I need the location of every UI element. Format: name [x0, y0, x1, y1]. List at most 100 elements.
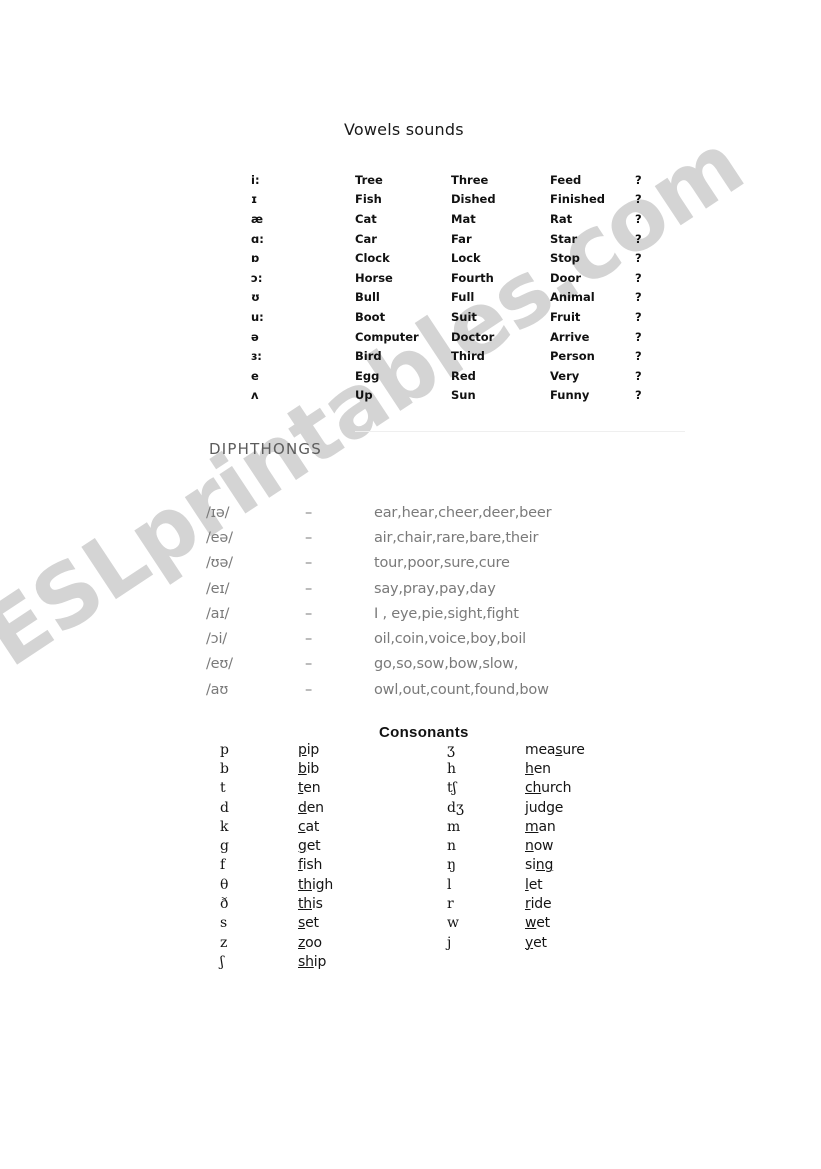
consonant-word-cell: zoo — [298, 933, 333, 952]
consonants-table-right: ʒ measure h hen tʃ church dʒ judge m man n now ŋ sing… — [447, 740, 585, 952]
vowel-word1-cell: Boot — [355, 309, 386, 324]
vowel-symbol-cell: ə — [251, 329, 259, 344]
consonant-symbol-cell: j — [447, 934, 452, 951]
diphthong-symbol-cell: /ɔi/ — [206, 631, 227, 648]
vowel-word1-cell: Car — [355, 231, 377, 246]
consonant-symbol-cell: ð — [220, 896, 229, 913]
table-row: /ɔi/ – oil,coin,voice,boy,boil — [206, 626, 674, 651]
consonant-symbol-cell: dʒ — [447, 799, 464, 816]
consonant-symbol-cell: tʃ — [447, 780, 457, 797]
word-highlight: m — [525, 818, 539, 835]
diphthong-dash-cell: – — [305, 656, 313, 673]
diphthong-symbol-cell: /eʊ/ — [206, 656, 233, 673]
consonants-left-body: p pip b bib t ten d den k cat g get f fish θ thigh ð this… — [220, 740, 333, 972]
table-row: ʒ measure — [447, 740, 585, 759]
consonant-word-cell: ship — [298, 952, 333, 971]
diphthong-examples-cell: oil,coin,voice,boy,boil — [374, 631, 526, 648]
consonant-symbol-cell: h — [447, 760, 457, 777]
vowel-word3-cell: Feed — [550, 172, 582, 187]
table-row: /ʊə/ – tour,poor,sure,cure — [206, 551, 674, 576]
word-prefix: mea — [525, 741, 556, 758]
vowel-word2-cell: Suit — [451, 309, 477, 324]
word-suffix: et — [528, 876, 543, 893]
table-row: ɜ: Bird Third Person? — [251, 346, 655, 366]
vowel-word3-cell: Stop — [550, 251, 580, 266]
vowel-word2-cell: Full — [451, 290, 475, 305]
vowel-symbol-cell: i: — [251, 172, 260, 187]
table-row: θ thigh — [220, 875, 333, 894]
word-highlight: h — [525, 760, 534, 777]
consonant-symbol-cell: k — [220, 818, 229, 835]
word-suffix: ure — [562, 741, 585, 758]
vowel-symbol-cell: ɜ: — [251, 349, 262, 364]
consonant-symbol-cell: f — [220, 857, 226, 874]
vowel-mark-cell: ? — [635, 290, 642, 305]
vowel-mark-cell: ? — [635, 349, 642, 364]
diphthong-symbol-cell: /aɪ/ — [206, 605, 230, 622]
vowel-word2-cell: Fourth — [451, 270, 494, 285]
table-row: dʒ judge — [447, 798, 585, 817]
vowel-word1-cell: Up — [355, 388, 373, 403]
diphthong-dash-cell: – — [305, 504, 313, 521]
table-row: j yet — [447, 933, 585, 952]
vowel-symbol-cell: e — [251, 368, 259, 383]
consonant-word-cell: this — [298, 894, 333, 913]
consonant-symbol-cell: d — [220, 799, 229, 816]
table-row: æ Cat Mat Rat? — [251, 209, 655, 229]
table-row: z zoo — [220, 933, 333, 952]
vowel-mark-cell: ? — [635, 329, 642, 344]
table-row: h hen — [447, 759, 585, 778]
word-suffix: at — [305, 818, 320, 835]
diphthong-symbol-cell: /ɪə/ — [206, 504, 230, 521]
consonants-heading: Consonants — [379, 724, 469, 741]
consonant-word-cell: fish — [298, 856, 333, 875]
consonant-symbol-cell: p — [220, 741, 229, 758]
vowels-table-body: i: Tree Three Feed? ɪ Fish Dished Finished? æ Cat… — [251, 170, 655, 405]
consonant-word-cell: man — [525, 817, 585, 836]
diphthong-dash-cell: – — [305, 681, 313, 698]
consonant-word-cell: judge — [525, 798, 585, 817]
word-suffix: en — [533, 760, 551, 777]
vowel-word2-cell: Dished — [451, 192, 496, 207]
vowel-word3-cell: Fruit — [550, 309, 581, 324]
consonant-symbol-cell: m — [447, 818, 461, 835]
table-row: n now — [447, 836, 585, 855]
vowel-symbol-cell: ɪ — [251, 192, 258, 207]
table-row: ʊ Bull Full Animal? — [251, 288, 655, 308]
table-row: r ride — [447, 894, 585, 913]
diphthong-dash-cell: – — [305, 555, 313, 572]
vowel-word2-cell: Third — [451, 349, 485, 364]
table-row: /ɪə/ – ear,hear,cheer,deer,beer — [206, 500, 674, 525]
vowel-mark-cell: ? — [635, 309, 642, 324]
table-row: w wet — [447, 914, 585, 933]
consonant-word-cell: let — [525, 875, 585, 894]
vowel-word1-cell: Computer — [355, 329, 419, 344]
table-row: /aʊ – owl,out,count,found,bow — [206, 677, 674, 702]
diphthongs-table: /ɪə/ – ear,hear,cheer,deer,beer/eə/ – air,ch… — [206, 500, 674, 702]
diphthong-symbol-cell: /aʊ — [206, 681, 229, 698]
consonant-word-cell: bib — [298, 759, 333, 778]
vowel-word3-cell: Finished — [550, 192, 605, 207]
vowel-word2-cell: Three — [451, 172, 489, 187]
diphthong-examples-cell: I , eye,pie,sight,fight — [374, 605, 519, 622]
vowel-symbol-cell: æ — [251, 211, 264, 226]
consonant-word-cell: hen — [525, 759, 585, 778]
vowel-word2-cell: Far — [451, 231, 472, 246]
consonant-word-cell: pip — [298, 740, 333, 759]
diphthong-examples-cell: tour,poor,sure,cure — [374, 555, 510, 572]
table-row: ŋ sing — [447, 856, 585, 875]
diphthong-examples-cell: owl,out,count,found,bow — [374, 681, 549, 698]
table-row: ð this — [220, 894, 333, 913]
table-row: g get — [220, 836, 333, 855]
table-row: /eɪ/ – say,pray,pay,day — [206, 576, 674, 601]
vowel-symbol-cell: ɒ — [251, 251, 260, 266]
vowel-mark-cell: ? — [635, 172, 642, 187]
diphthong-examples-cell: air,chair,rare,bare,their — [374, 529, 539, 546]
word-suffix: ide — [530, 896, 552, 913]
page-title: Vowels sounds — [344, 120, 464, 139]
word-suffix: ow — [533, 838, 554, 855]
diphthong-symbol-cell: /ʊə/ — [206, 555, 233, 572]
consonant-word-cell: set — [298, 914, 333, 933]
word-suffix: et — [305, 915, 319, 932]
word-highlight: ch — [525, 780, 542, 797]
